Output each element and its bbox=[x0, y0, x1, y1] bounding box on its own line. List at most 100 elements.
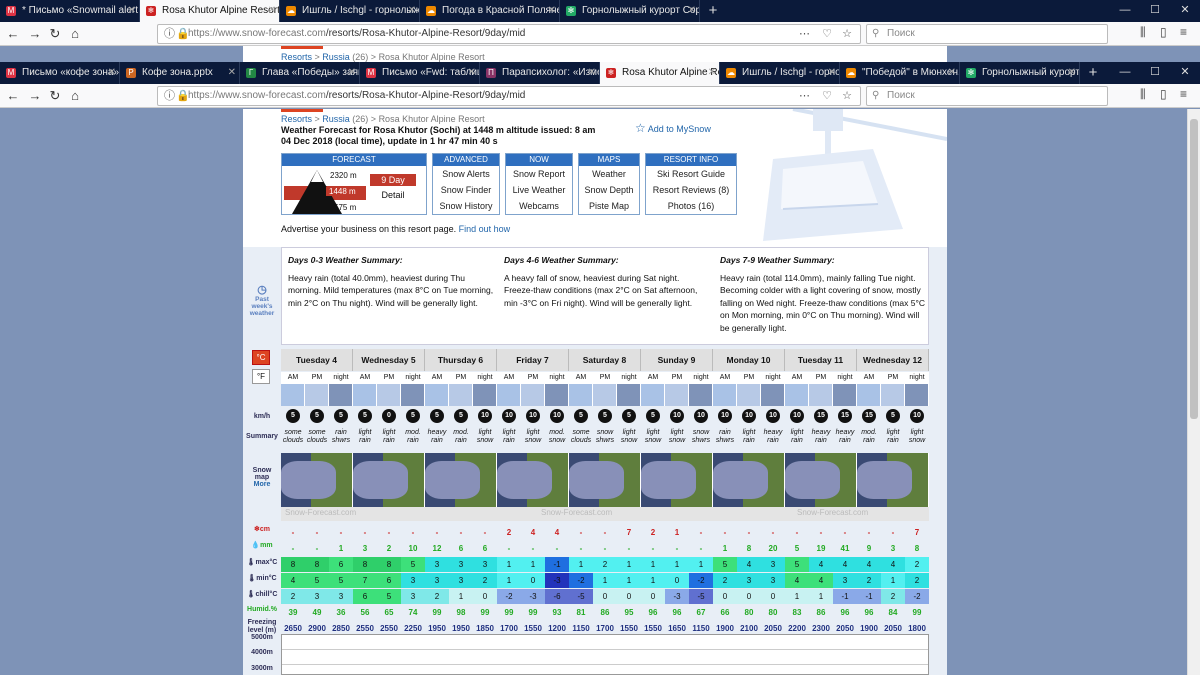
min-temp-value: 3 bbox=[425, 573, 449, 588]
close-tab-icon[interactable]: ✕ bbox=[268, 0, 276, 22]
back-icon[interactable]: ← bbox=[4, 87, 22, 105]
snow-map-thumbnail[interactable] bbox=[785, 453, 857, 507]
forward-icon[interactable]: → bbox=[26, 25, 44, 43]
snow-map-thumbnail[interactable] bbox=[353, 453, 425, 507]
home-icon[interactable]: ⌂ bbox=[66, 25, 84, 43]
snow-map-thumbnail[interactable] bbox=[713, 453, 785, 507]
close-tab-icon[interactable]: ✕ bbox=[108, 62, 116, 84]
breadcrumb-resorts[interactable]: Resorts bbox=[281, 114, 312, 124]
browser-tab[interactable]: ☁ Ишгль / Ischgl - горнолыжн ✕ bbox=[280, 0, 420, 22]
pocket-icon[interactable]: ♡ bbox=[822, 87, 832, 105]
more-icon[interactable]: ⋯ bbox=[799, 87, 810, 105]
snow-map-thumbnail[interactable] bbox=[425, 453, 497, 507]
elevation-top[interactable]: 2320 m bbox=[330, 171, 357, 180]
close-tab-icon[interactable]: ✕ bbox=[1068, 62, 1076, 84]
nine-day-button[interactable]: 9 Day bbox=[370, 174, 416, 186]
bookmark-star-icon[interactable]: ☆ bbox=[842, 87, 852, 105]
maximize-icon[interactable]: ☐ bbox=[1140, 62, 1170, 82]
menu-webcams[interactable]: Webcams bbox=[506, 198, 572, 214]
fahrenheit-toggle[interactable]: °F bbox=[252, 369, 270, 384]
browser-tab[interactable]: ☁ "Победой" в Мюнхен. ✕ bbox=[840, 62, 960, 84]
menu-icon[interactable]: ≡ bbox=[1180, 25, 1187, 39]
snow-map-thumbnail[interactable] bbox=[569, 453, 641, 507]
menu-ski-resort-guide[interactable]: Ski Resort Guide bbox=[646, 166, 736, 182]
close-tab-icon[interactable]: ✕ bbox=[348, 62, 356, 84]
sidebar-icon[interactable]: ▯ bbox=[1160, 25, 1167, 39]
close-tab-icon[interactable]: ✕ bbox=[408, 0, 416, 22]
browser-tab[interactable]: ✻ Горнолыжный курорт Сорон ✕ bbox=[560, 0, 700, 22]
close-tab-icon[interactable]: ✕ bbox=[948, 62, 956, 84]
forward-icon[interactable]: → bbox=[26, 87, 44, 105]
menu-snow-finder[interactable]: Snow Finder bbox=[433, 182, 499, 198]
find-out-how-link[interactable]: Find out how bbox=[459, 224, 511, 234]
snow-map-thumbnail[interactable] bbox=[857, 453, 929, 507]
snow-map-thumbnail[interactable] bbox=[281, 453, 353, 507]
snow-map-thumbnail[interactable] bbox=[497, 453, 569, 507]
url-bar[interactable]: ⓘ 🔒 https://www.snow-forecast.com/resort… bbox=[157, 24, 861, 44]
browser-tab[interactable]: П Парапсихолог: «Измен ✕ bbox=[480, 62, 600, 84]
menu-live-weather[interactable]: Live Weather bbox=[506, 182, 572, 198]
chill-temp-value: -5 bbox=[689, 589, 713, 604]
info-icon[interactable]: ⓘ bbox=[164, 87, 175, 105]
bookmark-star-icon[interactable]: ☆ bbox=[842, 25, 852, 43]
close-window-icon[interactable]: ✕ bbox=[1170, 62, 1200, 82]
close-tab-icon[interactable]: ✕ bbox=[588, 62, 596, 84]
menu-snow-report[interactable]: Snow Report bbox=[506, 166, 572, 182]
menu-icon[interactable]: ≡ bbox=[1180, 87, 1187, 101]
reload-icon[interactable]: ↻ bbox=[46, 87, 64, 105]
info-icon[interactable]: ⓘ bbox=[164, 25, 175, 43]
snow-map-thumbnail[interactable] bbox=[641, 453, 713, 507]
menu-piste-map[interactable]: Piste Map bbox=[579, 198, 639, 214]
browser-tab[interactable]: M * Письмо «Snowmail alert for R✕ bbox=[0, 0, 140, 22]
minimize-icon[interactable]: — bbox=[1110, 0, 1140, 20]
detail-link[interactable]: Detail bbox=[370, 190, 416, 200]
menu-weather-map[interactable]: Weather bbox=[579, 166, 639, 182]
browser-tab[interactable]: ☁ Ишгль / Ischgl - горнол ✕ bbox=[720, 62, 840, 84]
browser-tab[interactable]: ❄ Rosa Khutor Alpine Resort 9 Da✕ bbox=[140, 0, 280, 22]
minimize-icon[interactable]: — bbox=[1110, 62, 1140, 82]
past-weather-link[interactable]: ◷ Past week's weather bbox=[245, 283, 279, 317]
menu-snow-history[interactable]: Snow History bbox=[433, 198, 499, 214]
pocket-icon[interactable]: ♡ bbox=[822, 25, 832, 43]
close-tab-icon[interactable]: ✕ bbox=[468, 62, 476, 84]
library-icon[interactable]: ⫼ bbox=[1140, 87, 1146, 102]
browser-tab[interactable]: M Письмо «Fwd: таблиц ✕ bbox=[360, 62, 480, 84]
close-window-icon[interactable]: ✕ bbox=[1170, 0, 1200, 20]
menu-snow-alerts[interactable]: Snow Alerts bbox=[433, 166, 499, 182]
close-tab-icon[interactable]: ✕ bbox=[128, 0, 136, 22]
menu-snow-depth[interactable]: Snow Depth bbox=[579, 182, 639, 198]
elevation-bottom[interactable]: 575 m bbox=[334, 203, 356, 212]
add-to-mysnow-link[interactable]: ☆ Add to MySnow bbox=[635, 121, 711, 135]
search-input[interactable]: ⚲ Поиск bbox=[866, 86, 1108, 106]
elevation-mid[interactable]: 1448 m bbox=[326, 187, 359, 196]
browser-tab[interactable]: M Письмо «кофе зона» ✕ bbox=[0, 62, 120, 84]
home-icon[interactable]: ⌂ bbox=[66, 87, 84, 105]
search-input[interactable]: ⚲ Поиск bbox=[866, 24, 1108, 44]
reload-icon[interactable]: ↻ bbox=[46, 25, 64, 43]
menu-resort-reviews[interactable]: Resort Reviews (8) bbox=[646, 182, 736, 198]
browser-tab[interactable]: Г Глава «Победы» заявил✕ bbox=[240, 62, 360, 84]
more-link[interactable]: More bbox=[245, 481, 279, 488]
more-icon[interactable]: ⋯ bbox=[799, 25, 810, 43]
close-tab-icon[interactable]: ✕ bbox=[688, 0, 696, 22]
page-scrollbar[interactable] bbox=[1187, 109, 1200, 675]
browser-tab[interactable]: ❄ Rosa Khutor Alpine Resor✕ bbox=[600, 62, 720, 84]
browser-tab[interactable]: ✻ Горнолыжный курорт С ✕ bbox=[960, 62, 1080, 84]
sidebar-icon[interactable]: ▯ bbox=[1160, 87, 1167, 101]
back-icon[interactable]: ← bbox=[4, 25, 22, 43]
new-tab-button[interactable]: + bbox=[1080, 62, 1106, 84]
close-tab-icon[interactable]: ✕ bbox=[708, 62, 716, 84]
close-tab-icon[interactable]: ✕ bbox=[548, 0, 556, 22]
menu-photos[interactable]: Photos (16) bbox=[646, 198, 736, 214]
scrollbar-thumb[interactable] bbox=[1190, 119, 1198, 419]
breadcrumb-russia[interactable]: Russia bbox=[322, 114, 350, 124]
close-tab-icon[interactable]: ✕ bbox=[228, 62, 236, 84]
maximize-icon[interactable]: ☐ bbox=[1140, 0, 1170, 20]
close-tab-icon[interactable]: ✕ bbox=[828, 62, 836, 84]
library-icon[interactable]: ⫼ bbox=[1140, 25, 1146, 40]
browser-tab[interactable]: P Кофе зона.pptx ✕ bbox=[120, 62, 240, 84]
browser-tab[interactable]: ☁ Погода в Красной Поляне - С✕ bbox=[420, 0, 560, 22]
new-tab-button[interactable]: + bbox=[700, 0, 726, 22]
celsius-toggle[interactable]: °C bbox=[252, 350, 270, 365]
url-bar[interactable]: ⓘ 🔒 https://www.snow-forecast.com/resort… bbox=[157, 86, 861, 106]
